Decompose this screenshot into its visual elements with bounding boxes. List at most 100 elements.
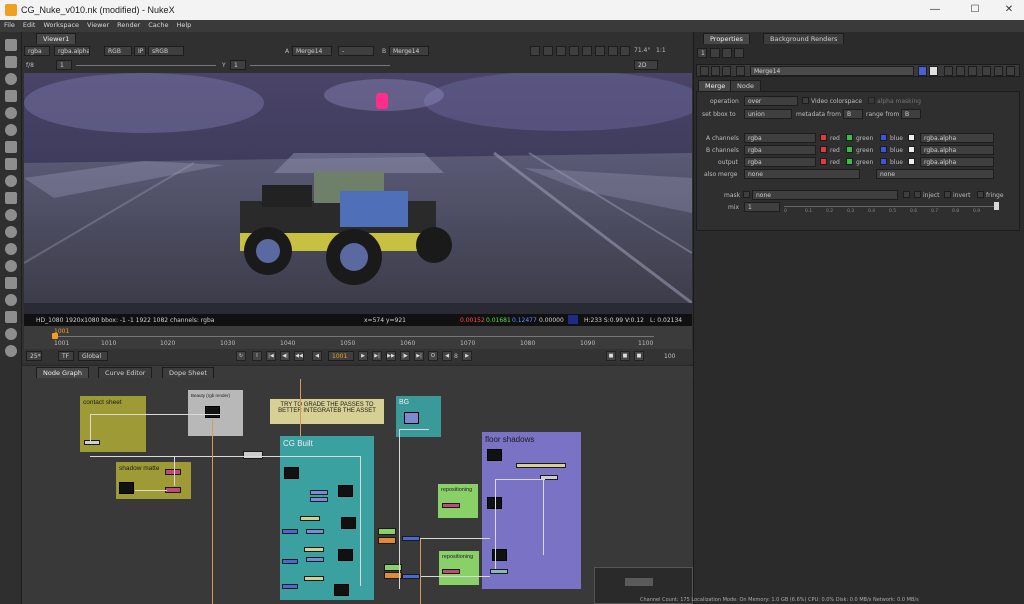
next-increment-button[interactable]: ▶▶ — [386, 351, 396, 361]
image-nodes-icon[interactable] — [5, 39, 17, 51]
input-a-dropdown[interactable]: Merge14 — [292, 46, 332, 56]
a-green-checkbox[interactable] — [846, 134, 853, 141]
shuffle-node[interactable] — [306, 529, 324, 534]
matte-thumbnail[interactable] — [119, 482, 134, 494]
help-icon[interactable] — [982, 66, 991, 76]
pause-icon[interactable] — [582, 46, 592, 56]
shuffle-node[interactable] — [310, 490, 328, 495]
float-panel-icon[interactable] — [734, 48, 744, 58]
particles-nodes-icon[interactable] — [5, 209, 17, 221]
play-forward-button[interactable]: ▶ — [358, 351, 368, 361]
alpha-channel-dropdown[interactable]: rgba.alpha — [54, 46, 90, 56]
b-green-checkbox[interactable] — [846, 146, 853, 153]
roi-icon[interactable] — [530, 46, 540, 56]
pass-thumbnail[interactable] — [341, 517, 356, 529]
gain-slider[interactable] — [76, 65, 216, 66]
alpha-masking-checkbox[interactable] — [868, 97, 875, 104]
metadata-nodes-icon[interactable] — [5, 260, 17, 272]
tab-dope-sheet[interactable]: Dope Sheet — [162, 367, 214, 378]
input-b-dropdown[interactable]: Merge14 — [389, 46, 429, 56]
node[interactable] — [84, 440, 100, 445]
output-dropdown[interactable]: rgba — [744, 157, 816, 167]
shuffle-node[interactable] — [306, 557, 324, 562]
dot-node[interactable] — [282, 559, 298, 564]
dot-node[interactable] — [282, 529, 298, 534]
next-keyframe-button[interactable]: |▶ — [400, 351, 410, 361]
mask-channel-checkbox[interactable] — [903, 191, 910, 198]
prev-increment-button[interactable]: ◀◀ — [294, 351, 304, 361]
metadata-from-dropdown[interactable]: B — [843, 109, 863, 119]
node-font-color-button[interactable] — [929, 66, 938, 76]
read-node-thumbnail[interactable] — [205, 406, 220, 418]
downscale-icon[interactable] — [569, 46, 579, 56]
out-point-button[interactable]: O — [428, 351, 438, 361]
next-frame-button[interactable]: ▶| — [372, 351, 382, 361]
out-red-checkbox[interactable] — [820, 158, 827, 165]
merge-node[interactable] — [165, 487, 181, 493]
backdrop-note[interactable]: TRY TO GRADE THE PASSES TO BETTER INTEGR… — [270, 399, 384, 424]
b-alpha-checkbox[interactable] — [908, 146, 915, 153]
video-colorspace-checkbox[interactable] — [802, 97, 809, 104]
redo-icon[interactable] — [956, 66, 965, 76]
menu-file[interactable]: File — [0, 20, 19, 29]
range-from-dropdown[interactable]: B — [901, 109, 921, 119]
fringe-checkbox[interactable] — [977, 191, 984, 198]
dot-node[interactable] — [243, 451, 263, 459]
grade-node[interactable] — [304, 547, 324, 552]
tab-viewer1[interactable]: Viewer1 — [36, 33, 77, 44]
menu-workspace[interactable]: Workspace — [39, 20, 83, 29]
pass-thumbnail[interactable] — [338, 549, 353, 561]
3d-nodes-icon[interactable] — [5, 192, 17, 204]
tab-node[interactable]: Node — [730, 80, 761, 91]
b-blue-checkbox[interactable] — [880, 146, 887, 153]
zoom-readout[interactable]: 71.4° — [634, 47, 650, 54]
menu-cache[interactable]: Cache — [144, 20, 172, 29]
time-nodes-icon[interactable] — [5, 73, 17, 85]
node-graph-canvas[interactable]: contact sheet Beauty (rgb render) TRY TO… — [24, 379, 693, 604]
also-merge-dropdown-1[interactable]: none — [744, 169, 860, 179]
other-nodes-icon[interactable] — [5, 294, 17, 306]
node-color-button[interactable] — [918, 66, 927, 76]
menu-viewer[interactable]: Viewer — [83, 20, 113, 29]
channel-nodes-icon[interactable] — [5, 90, 17, 102]
views-nodes-icon[interactable] — [5, 243, 17, 255]
merge14-node[interactable] — [402, 536, 420, 541]
b-red-checkbox[interactable] — [820, 146, 827, 153]
lock-panel-icon[interactable] — [710, 48, 720, 58]
menu-edit[interactable]: Edit — [19, 20, 40, 29]
step-value[interactable]: 8 — [454, 353, 458, 360]
display-mode-dropdown[interactable]: RGB — [104, 46, 132, 56]
inject-checkbox[interactable] — [914, 191, 921, 198]
last-frame-button[interactable]: ▶| — [414, 351, 424, 361]
b-channels-dropdown[interactable]: rgba — [744, 145, 816, 155]
merge-node[interactable] — [378, 537, 396, 544]
frame-range-dropdown[interactable]: Global — [78, 351, 108, 361]
gain-field[interactable]: 1 — [56, 60, 72, 70]
draw-nodes-icon[interactable] — [5, 56, 17, 68]
merge-node[interactable] — [378, 528, 396, 535]
out-alpha-checkbox[interactable] — [908, 158, 915, 165]
refresh-icon[interactable] — [595, 46, 605, 56]
merge-nodes-icon[interactable] — [5, 158, 17, 170]
menu-render[interactable]: Render — [113, 20, 144, 29]
keyer-nodes-icon[interactable] — [5, 141, 17, 153]
grade-node[interactable] — [300, 516, 320, 521]
a-channels-dropdown[interactable]: rgba — [744, 133, 816, 143]
out-alpha-dropdown[interactable]: rgba.alpha — [920, 157, 994, 167]
airtools-icon[interactable] — [5, 328, 17, 340]
transform-node[interactable] — [442, 503, 460, 508]
gamma-field[interactable]: 1 — [230, 60, 246, 70]
deep-nodes-icon[interactable] — [5, 226, 17, 238]
shadow-thumbnail[interactable] — [487, 449, 502, 461]
set-bbox-dropdown[interactable]: union — [744, 109, 792, 119]
playhead[interactable] — [52, 333, 58, 339]
buffer-icon[interactable] — [620, 46, 630, 56]
a-alpha-dropdown[interactable]: rgba.alpha — [920, 133, 994, 143]
close-panel-icon[interactable] — [1006, 66, 1015, 76]
pass-thumbnail[interactable] — [334, 584, 349, 596]
mix-slider-handle[interactable] — [994, 202, 999, 210]
invert-checkbox[interactable] — [944, 191, 951, 198]
cache-icon[interactable]: ■ — [634, 351, 644, 361]
a-alpha-checkbox[interactable] — [908, 134, 915, 141]
cara-vr-icon[interactable] — [5, 345, 17, 357]
